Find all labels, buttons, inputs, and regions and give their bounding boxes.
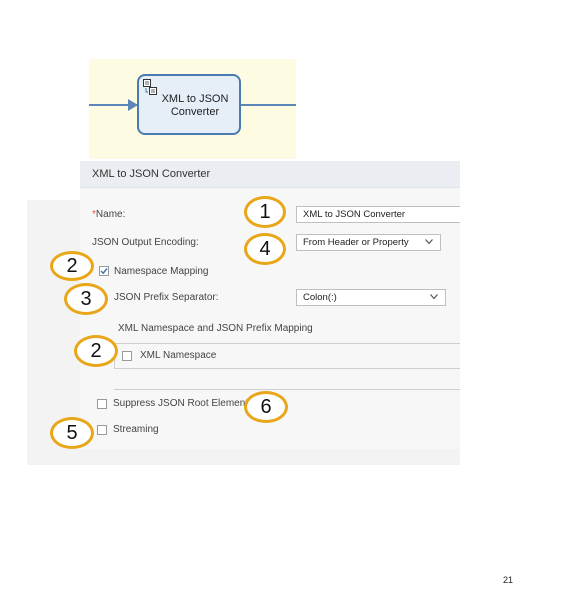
streaming-checkbox[interactable] [97, 425, 107, 435]
suppress-json-root-element-label: Suppress JSON Root Element [113, 398, 249, 409]
xml-namespace-column-header: XML Namespace [140, 350, 217, 361]
table-header-border [114, 368, 460, 369]
page-number: 21 [503, 575, 514, 585]
namespace-mapping-checkbox[interactable] [99, 266, 109, 276]
json-prefix-separator-value: Colon(:) [303, 292, 337, 303]
panel-background-bottom [27, 449, 460, 465]
checkmark-icon [100, 268, 108, 275]
callout-badge-3: 3 [64, 283, 108, 315]
callout-badge-4: 4 [244, 233, 286, 265]
properties-panel-title: XML to JSON Converter [92, 168, 211, 180]
chevron-down-icon [430, 294, 438, 300]
flow-node-label: XML to JSON Converter [161, 93, 229, 118]
callout-badge-2: 2 [50, 251, 94, 281]
callout-badge-6: 6 [244, 391, 288, 423]
callout-badge-2-table: 2 [74, 335, 118, 367]
namespace-mapping-label: Namespace Mapping [114, 266, 209, 277]
json-prefix-separator-label: JSON Prefix Separator: [114, 292, 219, 303]
table-top-border [114, 343, 460, 344]
callout-badge-1: 1 [244, 196, 286, 228]
json-output-encoding-select[interactable]: From Header or Property [296, 234, 441, 251]
callout-badge-5: 5 [50, 417, 94, 449]
json-prefix-separator-select[interactable]: Colon(:) [296, 289, 446, 306]
namespace-mapping-section-title: XML Namespace and JSON Prefix Mapping [118, 323, 313, 334]
xml-to-json-converter-step[interactable]: XML to JSON Converter [137, 74, 241, 135]
flow-connector-out [241, 104, 296, 106]
chevron-down-icon [425, 239, 433, 245]
name-input[interactable]: XML to JSON Converter [296, 206, 460, 223]
table-bottom-border [114, 389, 460, 390]
json-output-encoding-label: JSON Output Encoding: [92, 237, 199, 248]
json-output-encoding-value: From Header or Property [303, 237, 409, 248]
streaming-label: Streaming [113, 424, 159, 435]
suppress-json-root-element-checkbox[interactable] [97, 399, 107, 409]
name-label: *Name: [92, 209, 125, 220]
select-all-namespaces-checkbox[interactable] [122, 351, 132, 361]
name-label-text: Name: [95, 209, 126, 220]
